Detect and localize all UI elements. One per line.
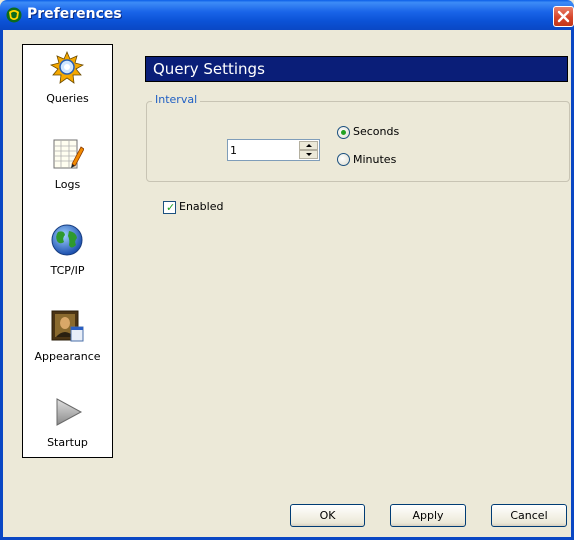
- sidebar-item-startup[interactable]: Startup: [23, 391, 112, 477]
- title-bar[interactable]: Preferences: [0, 0, 574, 30]
- close-icon: [557, 10, 570, 23]
- minutes-label: Minutes: [353, 153, 397, 166]
- spinner-up-button[interactable]: [299, 141, 318, 150]
- sidebar-item-label: Appearance: [34, 350, 101, 363]
- seconds-radio[interactable]: [337, 126, 350, 139]
- globe-icon: [51, 224, 83, 256]
- sidebar-item-tcpip[interactable]: TCP/IP: [23, 219, 112, 305]
- sidebar-item-queries[interactable]: Queries: [23, 47, 112, 133]
- notepad-pencil-icon: [53, 139, 84, 169]
- enabled-label: Enabled: [179, 200, 224, 213]
- gear-sun-icon: [50, 51, 84, 84]
- play-arrow-icon: [56, 398, 83, 426]
- sidebar-item-label: Queries: [46, 92, 89, 105]
- enabled-checkbox[interactable]: ✓: [163, 201, 176, 214]
- app-shield-icon: [6, 7, 22, 23]
- ok-button[interactable]: OK: [290, 504, 365, 527]
- spinner-buttons: [299, 141, 318, 159]
- interval-legend: Interval: [152, 93, 201, 106]
- sidebar-item-logs[interactable]: Logs: [23, 133, 112, 219]
- sidebar-item-label: TCP/IP: [50, 264, 85, 277]
- sidebar-item-label: Logs: [54, 178, 81, 191]
- interval-groupbox: [146, 101, 570, 182]
- section-header: Query Settings: [145, 56, 568, 82]
- close-button[interactable]: [553, 6, 574, 27]
- minutes-radio[interactable]: [337, 153, 350, 166]
- section-title: Query Settings: [153, 60, 265, 78]
- cancel-button[interactable]: Cancel: [491, 504, 567, 527]
- sidebar-item-appearance[interactable]: Appearance: [23, 305, 112, 391]
- sidebar-item-label: Startup: [47, 436, 88, 449]
- interval-input[interactable]: [230, 143, 296, 157]
- apply-button[interactable]: Apply: [390, 504, 466, 527]
- spinner-down-button[interactable]: [299, 150, 318, 159]
- portrait-painting-icon: [51, 310, 84, 342]
- checkmark-icon: ✓: [166, 201, 176, 214]
- window-title: Preferences: [27, 6, 122, 22]
- seconds-label: Seconds: [353, 125, 400, 138]
- preferences-sidebar: Queries Logs TCP/IP Appearance Startup: [22, 44, 113, 458]
- interval-spinner[interactable]: [227, 139, 320, 161]
